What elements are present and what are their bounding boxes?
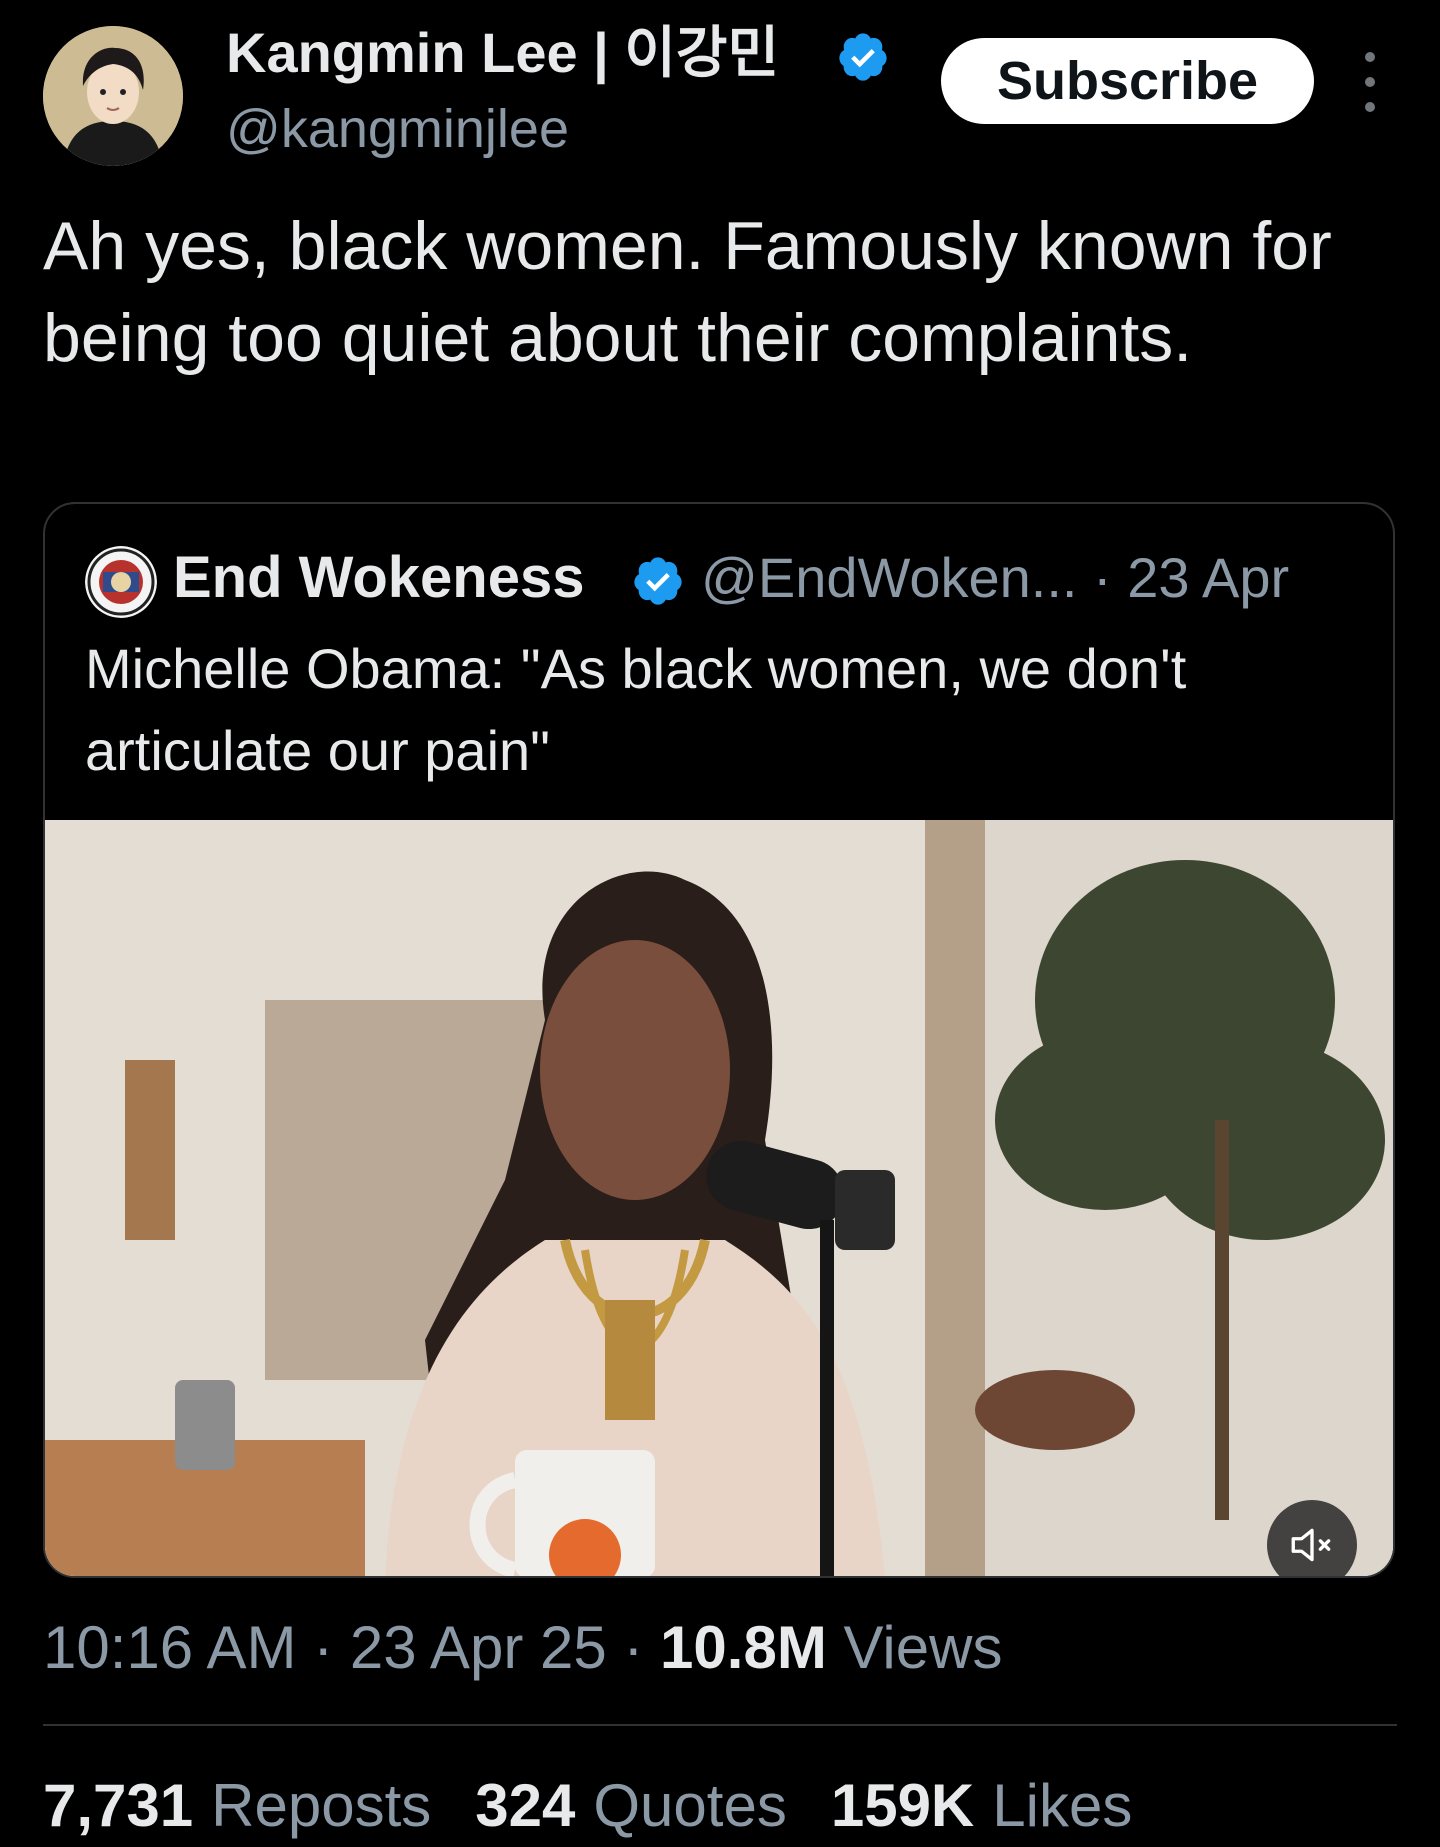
engagement-stats: 7,731 Reposts 324 Quotes 159K Likes: [43, 1768, 1132, 1844]
subscribe-button[interactable]: Subscribe: [941, 38, 1314, 124]
views-label: Views: [843, 1614, 1003, 1681]
quotes-count: 324: [475, 1772, 576, 1839]
tweet-page: Kangmin Lee | 이강민 @kangminjlee Subscribe…: [0, 0, 1440, 1847]
divider: [43, 1724, 1397, 1726]
author-handle[interactable]: @kangminjlee: [226, 96, 569, 162]
likes-count: 159K: [830, 1772, 975, 1839]
quotes-stat[interactable]: 324 Quotes: [475, 1768, 787, 1844]
tweet-meta: 10:16 AM · 23 Apr 25 · 10.8M Views: [43, 1610, 1002, 1686]
likes-stat[interactable]: 159K Likes: [831, 1768, 1133, 1844]
tweet-time[interactable]: 10:16 AM: [43, 1614, 297, 1681]
quoted-video[interactable]: [45, 820, 1393, 1576]
author-name[interactable]: Kangmin Lee | 이강민: [226, 18, 779, 88]
quoted-tweet-card[interactable]: End Wokeness @EndWoken... · 23 Apr Miche…: [43, 502, 1395, 1578]
quoted-author-name[interactable]: End Wokeness: [173, 542, 585, 614]
tweet-date[interactable]: · 23 Apr 25 ·: [313, 1614, 643, 1681]
likes-label: Likes: [992, 1772, 1133, 1839]
tweet-text: Ah yes, black women. Famously known for …: [43, 208, 1332, 376]
reposts-label: Reposts: [211, 1772, 432, 1839]
quotes-label: Quotes: [593, 1772, 787, 1839]
more-options-icon[interactable]: [1350, 52, 1390, 112]
quoted-date: · 23 Apr: [1093, 546, 1290, 609]
reposts-count: 7,731: [43, 1772, 194, 1839]
verified-badge-icon: [634, 557, 682, 605]
quoted-author-avatar[interactable]: [85, 546, 157, 618]
reposts-stat[interactable]: 7,731 Reposts: [43, 1768, 431, 1844]
author-avatar[interactable]: [43, 26, 183, 166]
verified-badge-icon: [839, 33, 887, 81]
quoted-tweet-text: Michelle Obama: "As black women, we don'…: [85, 637, 1187, 782]
quoted-handle-date: @EndWoken... · 23 Apr: [701, 542, 1289, 614]
views-count: 10.8M: [660, 1614, 827, 1681]
quoted-author-handle[interactable]: @EndWoken...: [701, 546, 1077, 609]
